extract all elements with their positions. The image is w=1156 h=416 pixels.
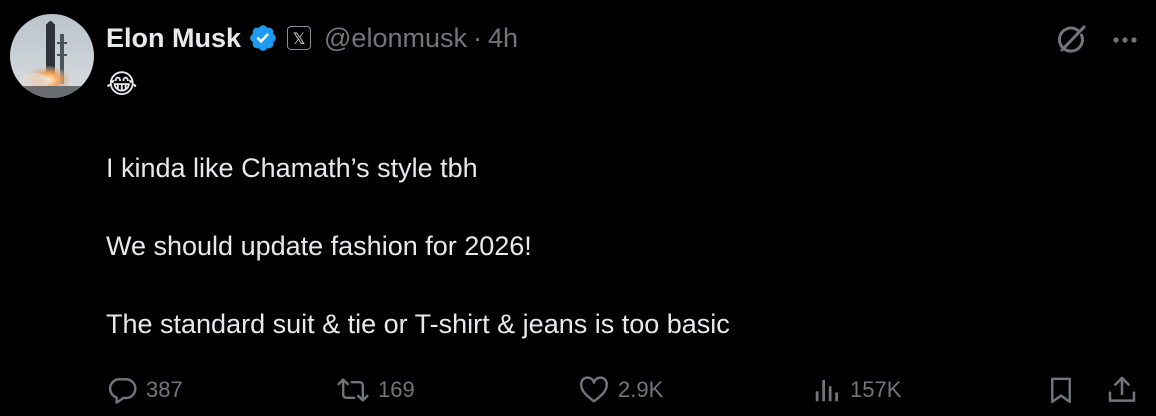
top-actions xyxy=(1054,20,1140,60)
action-bar: 387 169 2.9K 157K xyxy=(106,370,1140,410)
reply-icon xyxy=(108,378,137,404)
reply-count: 387 xyxy=(146,377,183,402)
repost-count: 169 xyxy=(378,377,415,402)
repost-button[interactable]: 169 xyxy=(336,370,415,410)
grok-icon[interactable] xyxy=(1054,23,1088,57)
author-name[interactable]: Elon Musk xyxy=(106,23,241,54)
x-affiliation-icon[interactable]: 𝕏 xyxy=(287,26,312,50)
analytics-icon xyxy=(815,380,838,402)
author-handle[interactable]: @elonmusk xyxy=(324,23,467,54)
like-button[interactable]: 2.9K xyxy=(578,370,663,410)
tweet-line-2: We should update fashion for 2026! xyxy=(106,231,532,261)
view-count: 157K xyxy=(850,377,902,402)
bookmark-icon xyxy=(1051,377,1071,404)
avatar[interactable] xyxy=(10,14,94,98)
repost-icon xyxy=(337,378,369,402)
tweet-line-1: I kinda like Chamath’s style tbh xyxy=(106,153,478,183)
verified-badge-icon[interactable] xyxy=(248,23,278,53)
emoji: 😂 xyxy=(106,69,138,99)
views-button[interactable]: 157K xyxy=(812,370,901,410)
tweet-text: 😂 I kinda like Chamath’s style tbh We sh… xyxy=(106,64,1106,344)
tweet[interactable]: Elon Musk 𝕏 @elonmusk · 4h 😂 I kinda lik… xyxy=(0,0,1156,416)
share-icon xyxy=(1108,376,1136,402)
reply-button[interactable]: 387 xyxy=(106,370,183,410)
tweet-line-3: The standard suit & tie or T-shirt & jea… xyxy=(106,309,730,339)
more-icon[interactable] xyxy=(1110,25,1140,55)
bookmark-button[interactable] xyxy=(1046,370,1076,410)
share-button[interactable] xyxy=(1106,370,1138,410)
timestamp[interactable]: 4h xyxy=(488,23,518,54)
separator-dot: · xyxy=(472,22,482,53)
heart-icon xyxy=(580,376,608,403)
like-count: 2.9K xyxy=(618,377,664,402)
tweet-header: Elon Musk 𝕏 @elonmusk · 4h xyxy=(106,20,518,56)
